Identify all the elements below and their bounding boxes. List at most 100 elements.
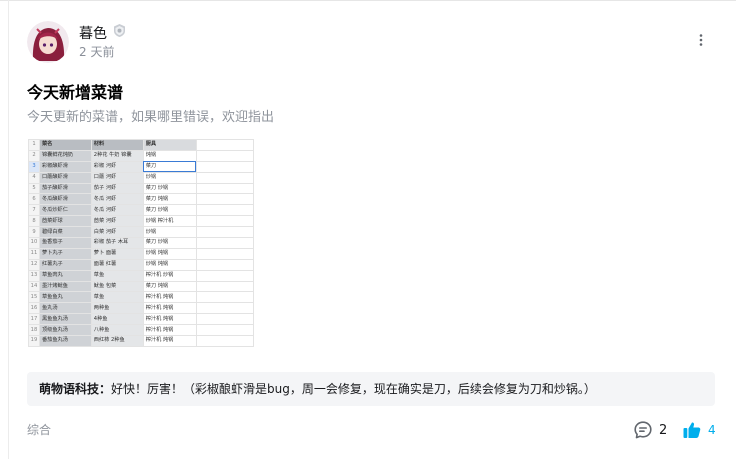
- empty-cell: [195, 324, 254, 337]
- cookware-cell: 榨汁机 炖锅: [142, 335, 197, 347]
- row-number: 19: [28, 335, 40, 347]
- table-row: 4 口蘑酿虾滑 口蘑 河虾 炒锅: [28, 171, 254, 184]
- row-number: 12: [28, 258, 40, 271]
- verified-badge-icon: [112, 23, 127, 38]
- table-row: 12 红薯丸子 面薯 红薯 炒锅 炖锅: [28, 258, 254, 271]
- ingredients-cell: 白菜 河虾: [90, 226, 144, 239]
- column-header: 厨具: [142, 139, 197, 151]
- row-number: 4: [28, 171, 40, 184]
- row-number: 8: [28, 215, 40, 228]
- cookware-cell: 菜刀 炖锅: [142, 193, 197, 206]
- cookware-cell: 榨汁机 炖锅: [142, 291, 197, 304]
- recipe-name-cell: 鱼香茄子: [38, 237, 92, 249]
- empty-cell: [195, 269, 254, 282]
- row-number: 7: [28, 204, 40, 217]
- reply-author[interactable]: 萌物语科技：: [39, 382, 111, 396]
- table-row: 14 墨汁烤鱿鱼 鱿鱼 包菜 菜刀 炖锅: [28, 280, 254, 293]
- ingredients-cell: 两种鱼: [90, 302, 144, 315]
- row-number: 5: [28, 182, 40, 195]
- row-number: 9: [28, 226, 40, 239]
- recipe-name-cell: 红薯丸子: [38, 258, 92, 271]
- post-title: 今天新增菜谱: [27, 83, 124, 102]
- empty-cell: [195, 149, 254, 162]
- cookware-cell: 菜刀: [142, 160, 197, 173]
- recipe-name-cell: 茴菜虾球: [38, 215, 92, 228]
- recipe-name-cell: 鱼丸汤: [38, 302, 92, 315]
- more-vertical-icon: [699, 34, 703, 46]
- ingredients-cell: 茄子 河虾: [90, 182, 144, 195]
- recipe-name-cell: 萝卜丸子: [38, 247, 92, 260]
- row-number: 13: [28, 269, 40, 282]
- ingredients-cell: 冬瓜 河虾: [90, 193, 144, 206]
- empty-cell: [195, 215, 254, 228]
- recipe-name-cell: 茄子酿虾滑: [38, 182, 92, 195]
- table-row: 11 萝卜丸子 萝卜 面薯 炒锅 炖锅: [28, 247, 254, 260]
- post-description: 今天更新的菜谱，如果哪里错误，欢迎指出: [27, 110, 275, 125]
- more-options-button[interactable]: [690, 30, 712, 52]
- column-header: 材料: [90, 139, 144, 151]
- cookware-cell: 炒锅 炖锅: [142, 258, 197, 271]
- table-row: 10 鱼香茄子 彩椒 茄子 木耳 菜刀 炒锅: [28, 237, 254, 249]
- sheet-header-row: 1 菜名 材料 厨具: [28, 139, 254, 151]
- category-tag[interactable]: 综合: [27, 421, 51, 438]
- row-number: 10: [28, 237, 40, 249]
- author-name[interactable]: 暮色: [79, 23, 107, 43]
- reply-preview[interactable]: 萌物语科技：好快！厉害！（彩椒酿虾滑是bug，周一会修复，现在确实是刀，后续会修…: [27, 372, 715, 406]
- recipe-name-cell: 顶级鱼丸汤: [38, 324, 92, 337]
- empty-cell: [195, 182, 254, 195]
- table-row: 9 碧绿白菜 白菜 河虾 炒锅: [28, 226, 254, 239]
- cookware-cell: 炒锅 榨汁机: [142, 215, 197, 228]
- cookware-cell: 榨汁机 炒锅: [142, 269, 197, 282]
- table-row: 6 冬瓜酿虾滑 冬瓜 河虾 菜刀 炖锅: [28, 193, 254, 206]
- cookware-cell: 炒锅: [142, 171, 197, 184]
- table-row: 2 锦囊鲜花炖奶 2种花 牛奶 锦囊 炖锅: [28, 149, 254, 162]
- empty-cell: [195, 291, 254, 304]
- row-number: 18: [28, 324, 40, 337]
- table-row: 19 番茄鱼丸汤 西红柿 2种鱼 榨汁机 炖锅: [28, 335, 254, 347]
- ingredients-cell: 2种花 牛奶 锦囊: [90, 149, 144, 162]
- ingredients-cell: 草鱼: [90, 269, 144, 282]
- recipe-name-cell: 彩椒酿虾滑: [38, 160, 92, 173]
- recipe-name-cell: 黑鱼鱼丸汤: [38, 313, 92, 326]
- empty-cell: [195, 302, 254, 315]
- empty-cell: [195, 313, 254, 326]
- recipe-name-cell: 口蘑酿虾滑: [38, 171, 92, 184]
- ingredients-cell: 4种鱼: [90, 313, 144, 326]
- empty-cell: [195, 160, 254, 173]
- row-number: 16: [28, 302, 40, 315]
- like-button[interactable]: 4: [682, 419, 716, 441]
- reply-text: 好快！厉害！（彩椒酿虾滑是bug，周一会修复，现在确实是刀，后续会修复为刀和炒锅…: [111, 382, 596, 396]
- table-row: 15 草鱼鱼丸 草鱼 榨汁机 炖锅: [28, 291, 254, 304]
- empty-cell: [195, 226, 254, 239]
- comment-button[interactable]: 2: [633, 419, 667, 441]
- row-number: 6: [28, 193, 40, 206]
- ingredients-cell: 面薯 红薯: [90, 258, 144, 271]
- empty-cell: [195, 171, 254, 184]
- divider: [8, 0, 9, 459]
- cookware-cell: 炒锅: [142, 226, 197, 239]
- comment-count: 2: [659, 422, 668, 438]
- empty-cell: [195, 204, 254, 217]
- empty-cell: [195, 335, 254, 347]
- table-row: 7 冬瓜炒虾仁 冬瓜 河虾 菜刀 炒锅: [28, 204, 254, 217]
- cookware-cell: 菜刀 炒锅: [142, 237, 197, 249]
- row-number: 17: [28, 313, 40, 326]
- row-number: 15: [28, 291, 40, 304]
- table-row: 16 鱼丸汤 两种鱼 榨汁机 炖锅: [28, 302, 254, 315]
- cookware-cell: 菜刀 炒锅: [142, 204, 197, 217]
- recipe-spreadsheet-image[interactable]: 1 菜名 材料 厨具 2 锦囊鲜花炖奶 2种花 牛奶 锦囊 炖锅 3 彩椒酿虾滑 彩椒 河虾…: [28, 139, 254, 365]
- table-row: 3 彩椒酿虾滑 彩椒 河虾 菜刀: [28, 160, 254, 173]
- ingredients-cell: 彩椒 河虾: [90, 160, 144, 173]
- cookware-cell: 炒锅 炖锅: [142, 247, 197, 260]
- table-row: 5 茄子酿虾滑 茄子 河虾 菜刀 炒锅: [28, 182, 254, 195]
- column-header: 菜名: [38, 139, 92, 151]
- table-row: 17 黑鱼鱼丸汤 4种鱼 榨汁机 炖锅: [28, 313, 254, 326]
- ingredients-cell: 鱿鱼 包菜: [90, 280, 144, 293]
- cookware-cell: 菜刀 炖锅: [142, 280, 197, 293]
- row-number: 3: [28, 160, 40, 173]
- ingredients-cell: 萝卜 面薯: [90, 247, 144, 260]
- post-time: 2 天前: [79, 45, 115, 59]
- ingredients-cell: 草鱼: [90, 291, 144, 304]
- avatar[interactable]: [27, 21, 69, 63]
- recipe-name-cell: 冬瓜酿虾滑: [38, 193, 92, 206]
